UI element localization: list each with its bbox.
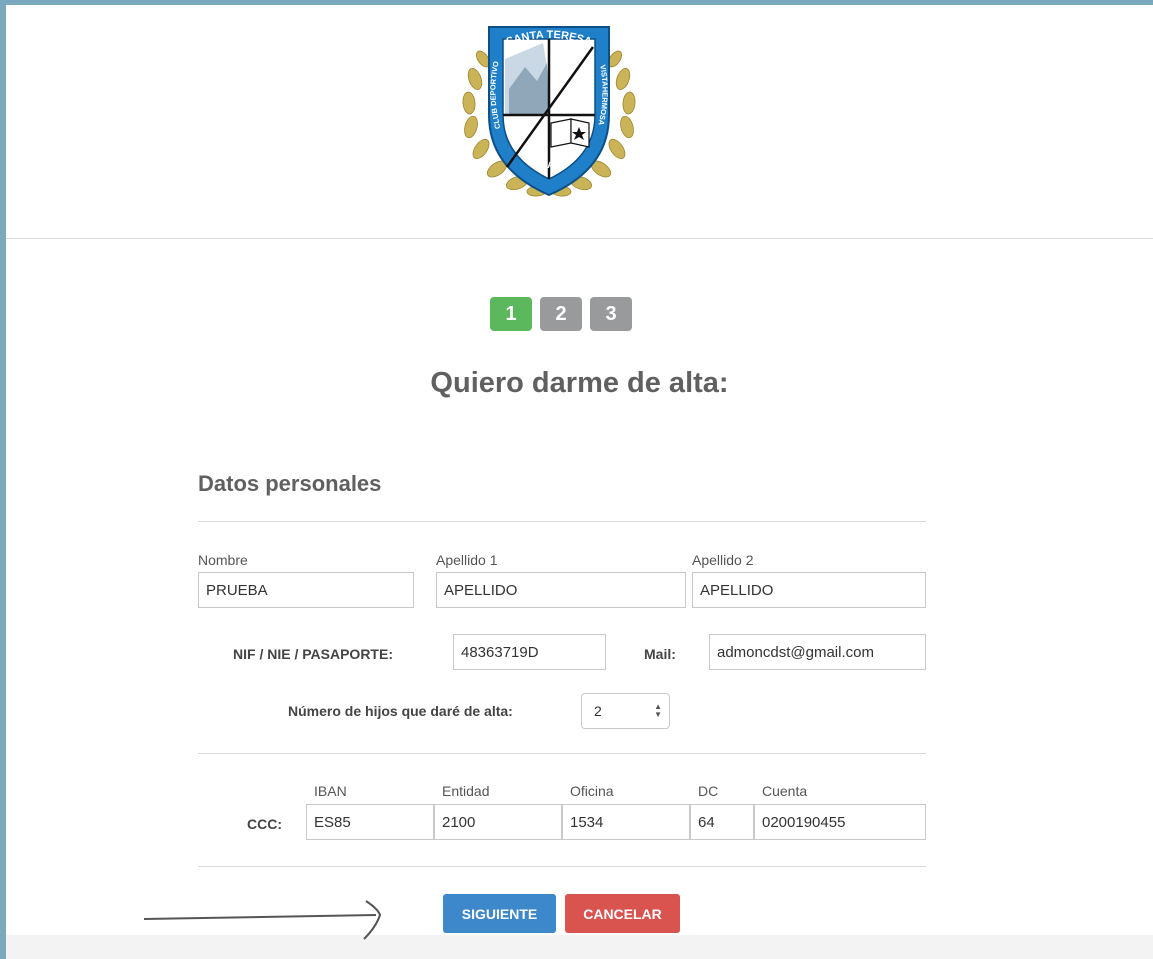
- step-3[interactable]: 3: [590, 297, 632, 331]
- apellido1-input[interactable]: [436, 572, 686, 608]
- nif-input[interactable]: [453, 634, 606, 670]
- apellido2-label: Apellido 2: [692, 552, 754, 568]
- iban-label: IBAN: [314, 783, 347, 799]
- step-2[interactable]: 2: [540, 297, 582, 331]
- divider: [198, 521, 926, 522]
- entidad-input[interactable]: [434, 804, 562, 840]
- annotation-arrow-icon: [144, 900, 382, 940]
- nif-label: NIF / NIE / PASAPORTE:: [233, 646, 393, 662]
- hijos-select[interactable]: 2 ▲ ▼: [581, 693, 670, 729]
- entidad-label: Entidad: [442, 783, 490, 799]
- mail-input[interactable]: [709, 634, 926, 670]
- oficina-label: Oficina: [570, 783, 614, 799]
- step-indicator: 1 2 3: [490, 297, 632, 331]
- dc-input[interactable]: [690, 804, 754, 840]
- apellido2-input[interactable]: [692, 572, 926, 608]
- apellido1-label: Apellido 1: [436, 552, 498, 568]
- oficina-input[interactable]: [562, 804, 690, 840]
- hijos-selected-value: 2: [594, 703, 602, 719]
- mail-label: Mail:: [644, 646, 676, 662]
- divider: [198, 866, 926, 867]
- siguiente-button[interactable]: SIGUIENTE: [443, 894, 556, 933]
- dc-label: DC: [698, 783, 719, 799]
- section-title-personal: Datos personales: [198, 471, 382, 496]
- header-divider: [6, 238, 1153, 239]
- step-1[interactable]: 1: [490, 297, 532, 331]
- iban-input[interactable]: [306, 804, 434, 840]
- ccc-label: CCC:: [247, 816, 282, 832]
- select-arrows-icon: ▲ ▼: [654, 702, 662, 719]
- nombre-input[interactable]: [198, 572, 414, 608]
- page-frame: SANTA TERESA CLUB DEPORTIVO VISTAHERMOSA…: [6, 5, 1153, 959]
- nombre-label: Nombre: [198, 552, 248, 568]
- club-logo-icon: SANTA TERESA CLUB DEPORTIVO VISTAHERMOSA…: [462, 26, 636, 197]
- hijos-label: Número de hijos que daré de alta:: [288, 703, 513, 719]
- cancelar-button[interactable]: CANCELAR: [565, 894, 680, 933]
- divider: [198, 753, 926, 754]
- header: SANTA TERESA CLUB DEPORTIVO VISTAHERMOSA…: [6, 5, 1153, 239]
- cuenta-label: Cuenta: [762, 783, 808, 799]
- cuenta-input[interactable]: [754, 804, 926, 840]
- page-title: Quiero darme de alta:: [430, 367, 729, 399]
